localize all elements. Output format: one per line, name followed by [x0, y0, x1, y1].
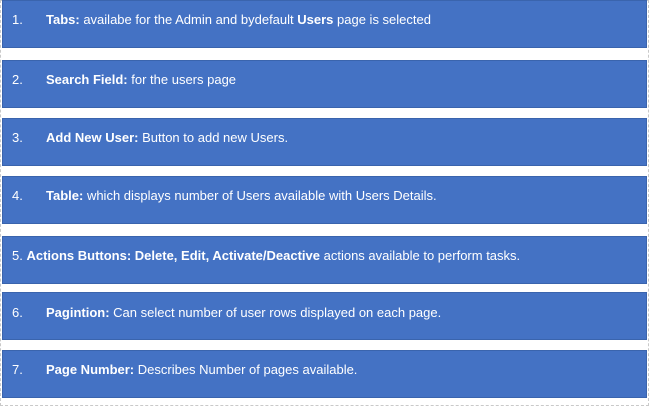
- item-label: Table:: [46, 188, 84, 203]
- item-text: which displays number of Users available…: [83, 188, 437, 203]
- list-item-tabs: 1. Tabs: availabe for the Admin and byde…: [2, 0, 647, 48]
- item-text: Can select number of user rows displayed…: [109, 305, 442, 320]
- item-text: availabe for the Admin and bydefault: [79, 12, 298, 27]
- item-number: 7.: [12, 362, 23, 377]
- list-item-pagination: 6. Pagintion: Can select number of user …: [2, 292, 647, 340]
- item-description: 5. Actions Buttons: Delete, Edit, Activa…: [12, 248, 520, 263]
- item-description: Tabs: availabe for the Admin and bydefau…: [46, 12, 431, 27]
- item-text: actions available to perform tasks.: [320, 248, 521, 263]
- item-label: Page Number:: [46, 362, 135, 377]
- item-description: Table: which displays number of Users av…: [46, 188, 437, 203]
- list-item-table: 4. Table: which displays number of Users…: [2, 176, 647, 224]
- item-text-end: page is selected: [333, 12, 431, 27]
- item-description: Pagintion: Can select number of user row…: [46, 305, 441, 320]
- item-description: Add New User: Button to add new Users.: [46, 130, 288, 145]
- list-item-page-number: 7. Page Number: Describes Number of page…: [2, 350, 647, 398]
- item-label: Actions Buttons: Delete, Edit, Activate/…: [26, 248, 320, 263]
- list-item-add-new-user: 3. Add New User: Button to add new Users…: [2, 118, 647, 166]
- item-number: 1.: [12, 12, 23, 27]
- item-label: Pagintion:: [46, 305, 110, 320]
- item-description: Page Number: Describes Number of pages a…: [46, 362, 357, 377]
- item-number: 4.: [12, 188, 23, 203]
- item-number: 3.: [12, 130, 23, 145]
- item-number: 5.: [12, 248, 23, 263]
- item-number: 6.: [12, 305, 23, 320]
- item-text: Describes Number of pages available.: [134, 362, 358, 377]
- item-description: Search Field: for the users page: [46, 72, 236, 87]
- item-number: 2.: [12, 72, 23, 87]
- item-text: for the users page: [127, 72, 237, 87]
- item-emphasis: Users: [297, 12, 334, 27]
- item-text: Button to add new Users.: [138, 130, 289, 145]
- item-label: Tabs:: [46, 12, 80, 27]
- list-item-search-field: 2. Search Field: for the users page: [2, 60, 647, 108]
- list-item-action-buttons: 5. Actions Buttons: Delete, Edit, Activa…: [2, 236, 647, 284]
- item-label: Search Field:: [46, 72, 128, 87]
- item-label: Add New User:: [46, 130, 139, 145]
